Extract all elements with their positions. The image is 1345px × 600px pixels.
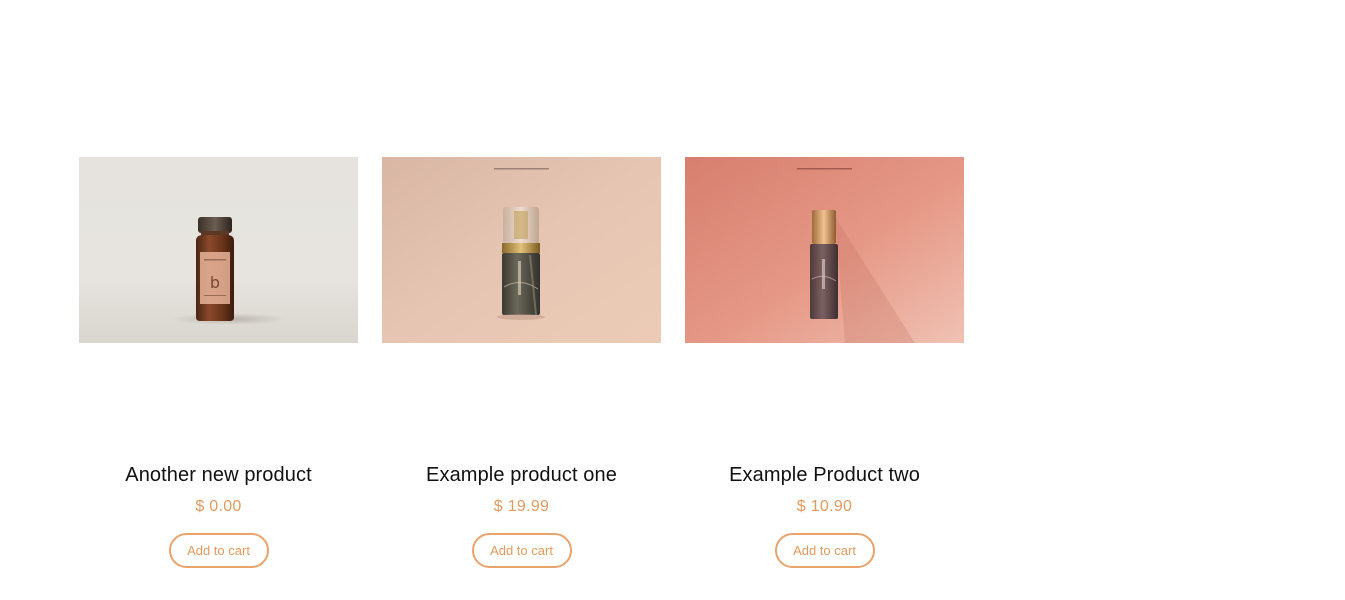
roller-bottle-image: [685, 157, 964, 343]
shop-page: b Another new product $ 0.00 Add to cart: [0, 0, 1345, 600]
amber-vial-image: b: [79, 157, 358, 343]
product-price: $ 0.00: [195, 498, 242, 515]
product-title[interactable]: Another new product: [125, 463, 311, 487]
product-card: Example Product two $ 10.90 Add to cart: [685, 157, 964, 568]
product-card: Example product one $ 19.99 Add to cart: [382, 157, 661, 568]
product-image-link[interactable]: [685, 157, 964, 343]
add-to-cart-button[interactable]: Add to cart: [168, 533, 269, 568]
product-title[interactable]: Example product one: [426, 463, 617, 487]
add-to-cart-button[interactable]: Add to cart: [471, 533, 572, 568]
product-image-link[interactable]: [382, 157, 661, 343]
svg-text:b: b: [210, 273, 220, 292]
pump-bottle-image: [382, 157, 661, 343]
product-image-link[interactable]: b: [79, 157, 358, 343]
product-price: $ 19.99: [493, 498, 550, 515]
product-card: b Another new product $ 0.00 Add to cart: [79, 157, 358, 568]
add-to-cart-button[interactable]: Add to cart: [774, 533, 875, 568]
product-grid: b Another new product $ 0.00 Add to cart: [79, 157, 964, 568]
product-title[interactable]: Example Product two: [729, 463, 920, 487]
product-price: $ 10.90: [796, 498, 853, 515]
